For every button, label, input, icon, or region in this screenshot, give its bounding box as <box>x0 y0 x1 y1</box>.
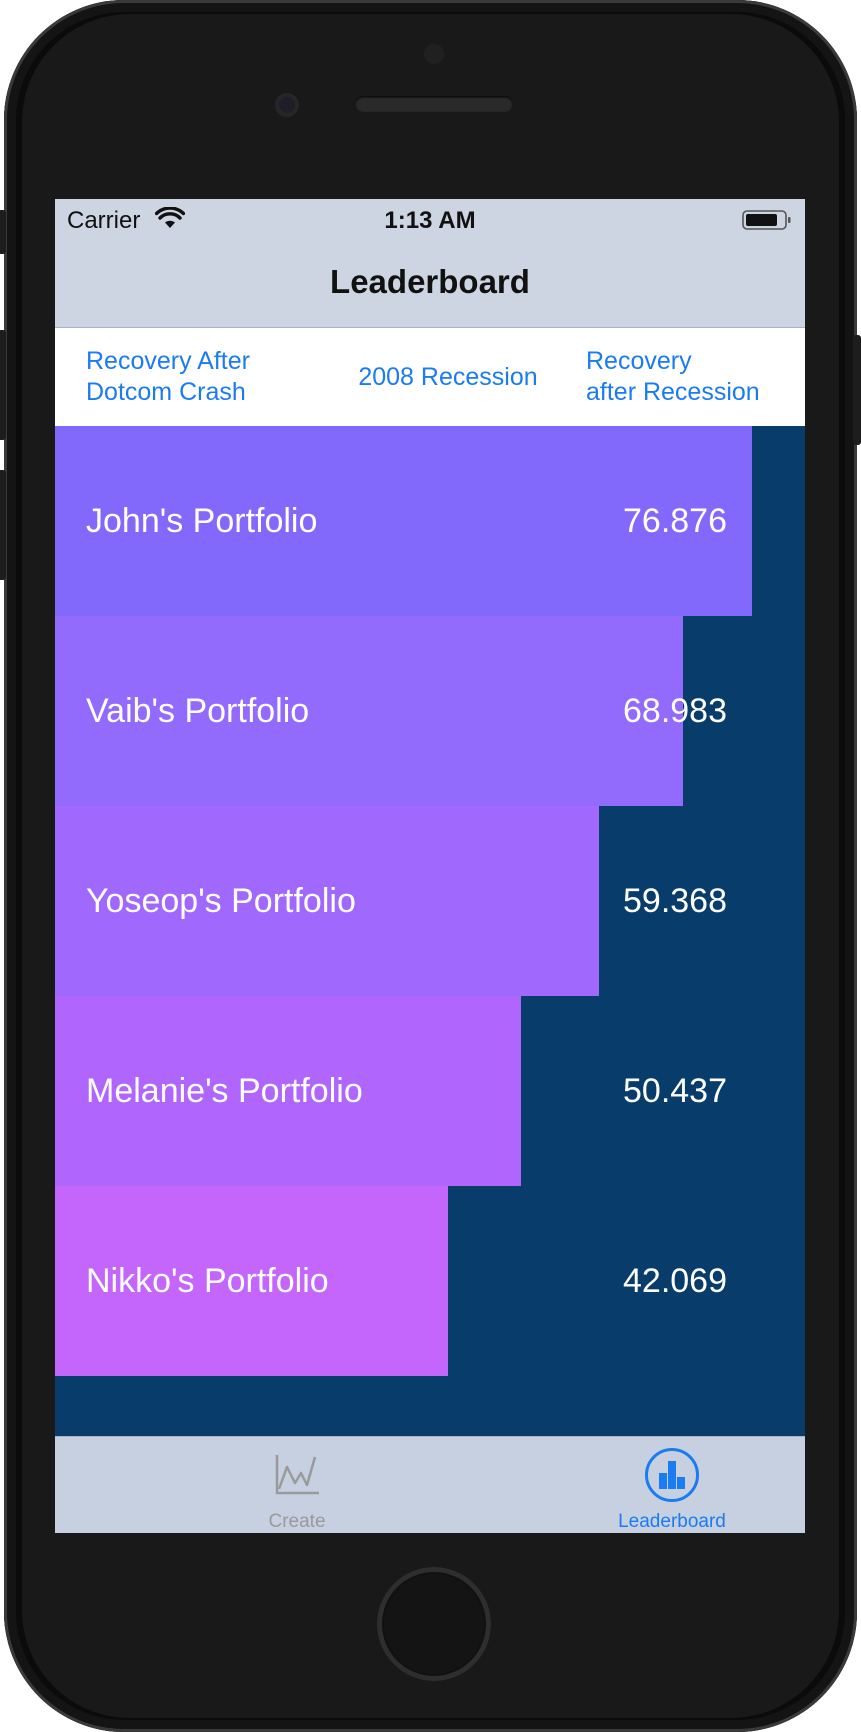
portfolio-name: Vaib's Portfolio <box>86 691 310 730</box>
portfolio-score: 59.368 <box>623 881 727 920</box>
segment-recovery-after-dotcom-crash[interactable]: Recovery After Dotcom Crash <box>86 328 306 426</box>
earpiece-speaker <box>355 96 513 112</box>
portfolio-score: 50.437 <box>623 1071 727 1110</box>
mute-switch <box>0 210 6 254</box>
leaderboard-row[interactable]: Nikko's Portfolio 42.069 <box>55 1186 805 1376</box>
tab-create-label: Create <box>268 1511 326 1532</box>
tab-leaderboard-label: Leaderboard <box>618 1511 726 1532</box>
portfolio-score: 68.983 <box>623 691 727 730</box>
portfolio-name: Yoseop's Portfolio <box>86 881 356 920</box>
page-title: Leaderboard <box>330 263 530 300</box>
portfolio-name: John's Portfolio <box>86 501 318 540</box>
segment-2008-recession[interactable]: 2008 Recession <box>333 328 563 426</box>
tab-bar: Create Leaderboard <box>55 1436 805 1533</box>
status-bar: Carrier 1:13 AM <box>55 199 805 239</box>
portfolio-score: 76.876 <box>623 501 727 540</box>
app-screen: Carrier 1:13 AM Leaderboard Recovery Aft… <box>55 199 805 1533</box>
volume-down-button <box>0 470 6 580</box>
navigation-bar: Leaderboard <box>55 239 805 328</box>
volume-up-button <box>0 330 6 440</box>
line-chart-icon <box>275 1455 319 1495</box>
leaderboard-list: John's Portfolio 76.876 Vaib's Portfolio… <box>55 426 805 1436</box>
portfolio-name: Melanie's Portfolio <box>86 1071 363 1110</box>
power-button <box>853 335 861 445</box>
proximity-sensor <box>424 44 444 64</box>
tab-create[interactable]: Create <box>197 1437 397 1533</box>
front-camera <box>275 93 299 117</box>
leaderboard-row[interactable]: Yoseop's Portfolio 59.368 <box>55 806 805 996</box>
segment-recovery-after-recession[interactable]: Recovery after Recession <box>586 328 796 426</box>
leaderboard-row[interactable]: Melanie's Portfolio 50.437 <box>55 996 805 1186</box>
clock-time: 1:13 AM <box>384 207 476 234</box>
portfolio-score: 42.069 <box>623 1261 727 1300</box>
bar-chart-icon <box>645 1448 699 1502</box>
home-button[interactable] <box>377 1567 491 1681</box>
tab-leaderboard[interactable]: Leaderboard <box>572 1437 772 1533</box>
leaderboard-row[interactable]: Vaib's Portfolio 68.983 <box>55 616 805 806</box>
scenario-selector: Recovery After Dotcom Crash 2008 Recessi… <box>55 328 805 426</box>
battery-icon <box>742 210 791 230</box>
leaderboard-row[interactable]: John's Portfolio 76.876 <box>55 426 805 616</box>
portfolio-name: Nikko's Portfolio <box>86 1261 329 1300</box>
